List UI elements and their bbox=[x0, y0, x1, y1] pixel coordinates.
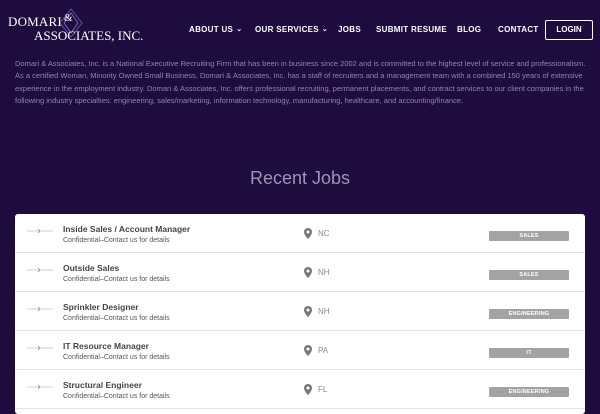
logo-ampersand: & bbox=[64, 12, 73, 24]
chevron-down-icon: ⌄ bbox=[236, 26, 243, 33]
job-title-link[interactable]: Sprinkler Designer bbox=[63, 302, 139, 312]
company-logo-icon bbox=[27, 228, 53, 234]
location-pin-icon bbox=[304, 228, 312, 239]
job-category-badge[interactable]: SALES bbox=[489, 270, 569, 280]
nav-item-label: BLOG bbox=[457, 25, 482, 34]
nav-item-contact[interactable]: CONTACT bbox=[498, 20, 539, 40]
nav-item-label: OUR SERVICES bbox=[255, 25, 319, 34]
job-category-badge[interactable]: ENGINEERING bbox=[489, 387, 569, 397]
location-pin-icon bbox=[304, 345, 312, 356]
nav-item-our-services[interactable]: OUR SERVICES ⌄ bbox=[255, 20, 328, 41]
nav-item-blog[interactable]: BLOG bbox=[457, 20, 481, 40]
domari-logo[interactable]: DOMARI & ASSOCIATES, INC. bbox=[8, 8, 168, 46]
job-row[interactable]: Sprinkler Designer Confidential–Contact … bbox=[15, 292, 585, 331]
recent-jobs-title: Recent Jobs bbox=[249, 168, 351, 188]
nav-item-label: JOBS bbox=[338, 25, 361, 34]
job-row[interactable]: Structural Engineer Confidential–Contact… bbox=[15, 370, 585, 409]
location-pin-icon bbox=[304, 267, 312, 278]
job-category-badge[interactable]: IT bbox=[489, 348, 569, 358]
location-pin-icon bbox=[304, 306, 312, 317]
intro-paragraph: Domari & Associates, Inc. is a National … bbox=[15, 59, 586, 105]
location-pin-icon bbox=[304, 384, 312, 395]
job-subtitle: Confidential–Contact us for details bbox=[63, 237, 170, 244]
job-title-link[interactable]: Structural Engineer bbox=[63, 380, 142, 390]
chevron-down-icon: ⌄ bbox=[321, 26, 329, 33]
job-category-badge[interactable]: ENGINEERING bbox=[489, 309, 569, 319]
login-button[interactable]: LOGIN bbox=[545, 20, 593, 40]
site-header: DOMARI & ASSOCIATES, INC. ABOUT US ⌄ OUR … bbox=[0, 0, 600, 58]
job-title-link[interactable]: Outside Sales bbox=[63, 263, 119, 273]
job-category-badge[interactable]: SALES bbox=[489, 231, 569, 241]
job-location: NH bbox=[318, 307, 330, 316]
company-logo-icon bbox=[27, 267, 53, 273]
job-location: NC bbox=[318, 229, 330, 238]
job-location: FL bbox=[318, 385, 328, 394]
company-logo-icon bbox=[27, 384, 53, 390]
job-location: NH bbox=[318, 268, 330, 277]
nav-item-label: CONTACT bbox=[498, 25, 539, 34]
job-row[interactable]: Outside Sales Confidential–Contact us fo… bbox=[15, 253, 585, 292]
nav-item-jobs[interactable]: JOBS bbox=[338, 20, 361, 40]
job-row[interactable]: Inside Sales / Account Manager Confident… bbox=[15, 214, 585, 253]
job-location: PA bbox=[318, 346, 329, 355]
job-row[interactable]: IT Resource Manager Confidential–Contact… bbox=[15, 331, 585, 370]
job-subtitle: Confidential–Contact us for details bbox=[63, 276, 170, 283]
company-logo-icon bbox=[27, 345, 53, 351]
logo-text-associates: ASSOCIATES, INC. bbox=[34, 28, 144, 43]
nav-item-label: ABOUT US bbox=[189, 25, 234, 34]
nav-item-label: SUBMIT RESUME bbox=[376, 25, 448, 34]
company-logo-icon bbox=[27, 306, 53, 312]
nav-item-submit-resume[interactable]: SUBMIT RESUME bbox=[376, 20, 447, 40]
nav-item-about-us[interactable]: ABOUT US ⌄ bbox=[189, 20, 242, 41]
job-title-link[interactable]: Inside Sales / Account Manager bbox=[63, 224, 190, 234]
job-title-link[interactable]: IT Resource Manager bbox=[63, 341, 149, 351]
recent-jobs-list: Inside Sales / Account Manager Confident… bbox=[15, 214, 585, 414]
job-subtitle: Confidential–Contact us for details bbox=[63, 393, 170, 400]
job-subtitle: Confidential–Contact us for details bbox=[63, 354, 170, 361]
job-subtitle: Confidential–Contact us for details bbox=[63, 315, 170, 322]
